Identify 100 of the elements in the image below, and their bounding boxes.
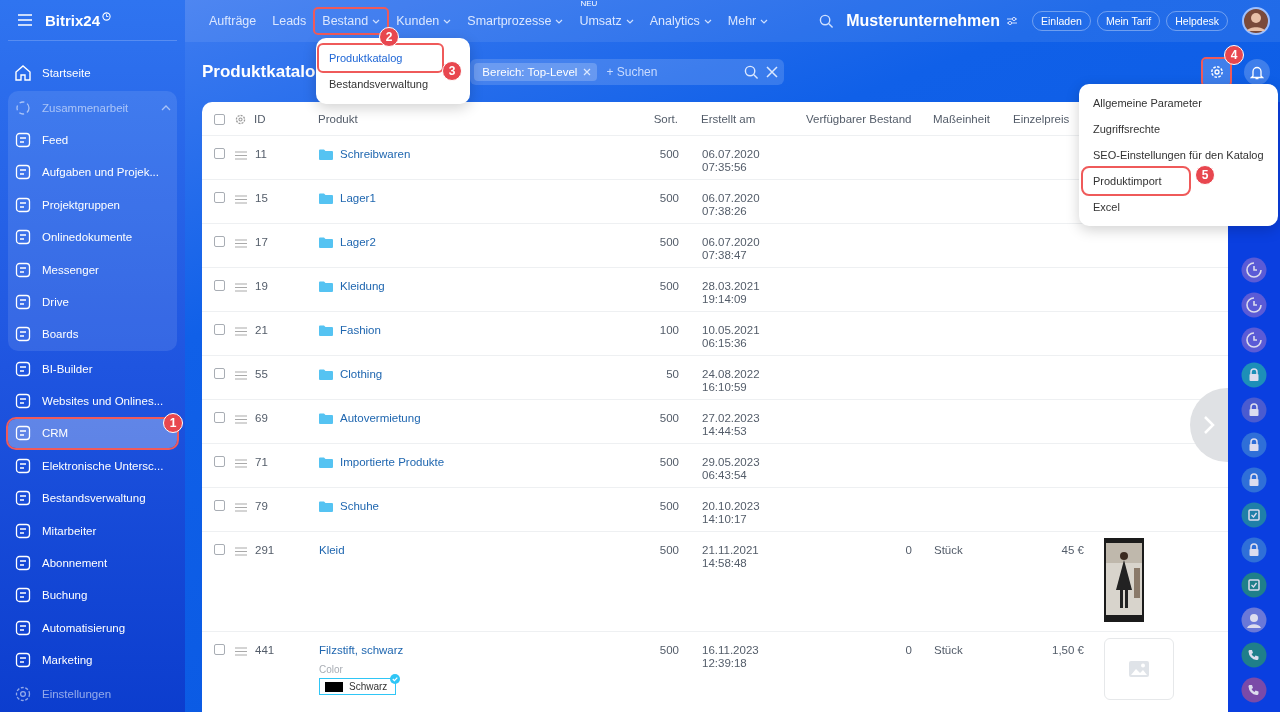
notification-button[interactable]: [1244, 59, 1270, 85]
chevron-icon[interactable]: [161, 104, 171, 111]
drag-handle-icon[interactable]: [235, 459, 247, 468]
product-link[interactable]: Filzstift, schwarz: [319, 644, 404, 656]
company-name[interactable]: Musterunternehmen: [846, 12, 1000, 30]
column-header[interactable]: Erstellt am: [678, 113, 806, 125]
menu-item[interactable]: Excel: [1083, 194, 1130, 220]
lock-icon[interactable]: [1241, 397, 1267, 423]
lock-icon[interactable]: [1241, 537, 1267, 563]
checkbox[interactable]: [214, 324, 225, 335]
checkbox[interactable]: [214, 368, 225, 379]
checkbox[interactable]: [214, 544, 225, 555]
nav-tab[interactable]: Analytics: [642, 9, 719, 33]
product-link[interactable]: Importierte Produkte: [340, 456, 445, 468]
column-header[interactable]: Einzelpreis: [1013, 113, 1083, 125]
nav-tab[interactable]: Umsatz: [572, 9, 641, 33]
product-link[interactable]: Schuhe: [340, 500, 379, 512]
product-link[interactable]: Schreibwaren: [340, 148, 411, 160]
sliders-icon[interactable]: [1006, 16, 1018, 26]
checkbox[interactable]: [214, 412, 225, 423]
logo[interactable]: Bitrix24: [45, 11, 101, 29]
sidebar-item[interactable]: Einstellungen: [8, 677, 177, 710]
checkbox[interactable]: [214, 500, 225, 511]
drag-handle-icon[interactable]: [235, 239, 247, 248]
product-link[interactable]: Lager1: [340, 192, 376, 204]
product-link[interactable]: Clothing: [340, 368, 383, 380]
phone-icon[interactable]: [1241, 642, 1267, 668]
sidebar-item[interactable]: Startseite: [8, 57, 177, 90]
settings-button[interactable]: [1203, 59, 1230, 85]
product-link[interactable]: Fashion: [340, 324, 381, 336]
menu-item[interactable]: Zugriffsrechte: [1083, 116, 1171, 142]
checkbox[interactable]: [214, 148, 225, 159]
drag-handle-icon[interactable]: [235, 371, 247, 380]
sidebar-item[interactable]: Buchung: [8, 581, 177, 610]
menu-item[interactable]: SEO-Einstellungen für den Katalog: [1083, 142, 1274, 168]
checkbox[interactable]: [214, 456, 225, 467]
nav-tab[interactable]: Smartprozesse: [460, 9, 571, 33]
product-link[interactable]: Kleid: [319, 544, 345, 556]
drag-handle-icon[interactable]: [235, 503, 247, 512]
sidebar-item[interactable]: Bestandsverwaltung: [8, 484, 177, 513]
drag-handle-icon[interactable]: [235, 415, 247, 424]
drag-handle-icon[interactable]: [235, 327, 247, 336]
sidebar-item[interactable]: BI-Builder: [8, 354, 177, 383]
avatar[interactable]: [1242, 7, 1270, 35]
image-placeholder[interactable]: [1104, 638, 1174, 700]
close-icon[interactable]: [766, 66, 779, 78]
drag-handle-icon[interactable]: [235, 283, 247, 292]
drag-handle-icon[interactable]: [235, 151, 247, 160]
search-icon[interactable]: [744, 64, 760, 80]
lock-icon[interactable]: [1241, 362, 1267, 388]
clock-icon[interactable]: [1241, 292, 1267, 318]
sidebar-item[interactable]: Onlinedokumente: [8, 220, 177, 254]
column-header[interactable]: Produkt: [318, 113, 618, 125]
drag-handle-icon[interactable]: [235, 195, 247, 204]
column-header[interactable]: Sort.: [618, 113, 678, 125]
lock-icon[interactable]: [1241, 467, 1267, 493]
sidebar-item[interactable]: Mitarbeiter: [8, 516, 177, 545]
sidebar-item[interactable]: Abonnement: [8, 548, 177, 578]
clock-icon[interactable]: [1241, 327, 1267, 353]
sidebar-item[interactable]: Aufgaben und Projek...: [8, 156, 177, 189]
drag-handle-icon[interactable]: [235, 647, 247, 656]
close-icon[interactable]: [583, 68, 592, 76]
menu-item[interactable]: Bestandsverwaltung: [319, 71, 439, 97]
checkbox[interactable]: [214, 644, 225, 655]
folder-icon: [319, 192, 333, 204]
checkbox[interactable]: [214, 113, 225, 125]
checkbox[interactable]: [214, 236, 225, 247]
sidebar-item[interactable]: Messenger: [8, 253, 177, 286]
sidebar-item[interactable]: Projektgruppen: [8, 188, 177, 221]
checkbox[interactable]: [214, 192, 225, 203]
checkbox[interactable]: [214, 280, 225, 291]
sidebar-item[interactable]: Automatisierung: [8, 613, 177, 643]
clock-icon[interactable]: [1241, 257, 1267, 283]
menu-item[interactable]: Allgemeine Parameter: [1083, 90, 1212, 116]
search-icon[interactable]: [819, 13, 835, 29]
lock-icon[interactable]: [1241, 432, 1267, 458]
sidebar-item[interactable]: Marketing: [8, 646, 177, 675]
avatar[interactable]: [1241, 607, 1267, 633]
drag-handle-icon[interactable]: [235, 547, 247, 556]
sidebar-item[interactable]: Feed: [8, 123, 177, 157]
page-title: Produktkatalo: [202, 62, 316, 82]
phone-icon[interactable]: [1241, 677, 1267, 703]
product-link[interactable]: Kleidung: [340, 280, 385, 292]
home-icon: [14, 64, 32, 83]
task-icon[interactable]: [1241, 502, 1267, 528]
sidebar-item[interactable]: Drive: [8, 285, 177, 319]
product-link[interactable]: Autovermietung: [340, 412, 421, 424]
sidebar-item[interactable]: Boards: [8, 318, 177, 351]
task-icon[interactable]: [1241, 572, 1267, 598]
sidebar-item[interactable]: Elektronische Untersc...: [8, 451, 177, 481]
settings-icon[interactable]: [235, 113, 246, 125]
nav-tab[interactable]: Mehr: [720, 9, 776, 33]
product-link[interactable]: Lager2: [340, 236, 376, 248]
column-header[interactable]: Verfügbarer Bestand: [806, 113, 911, 125]
menu-item[interactable]: Produktimport: [1083, 168, 1190, 194]
menu-icon[interactable]: [17, 14, 33, 26]
column-header[interactable]: ID: [254, 113, 318, 125]
menu-item[interactable]: Produktkatalog: [319, 45, 443, 71]
sidebar-item[interactable]: Websites und Onlines...: [8, 386, 177, 416]
column-header[interactable]: Maßeinheit: [911, 113, 1013, 125]
